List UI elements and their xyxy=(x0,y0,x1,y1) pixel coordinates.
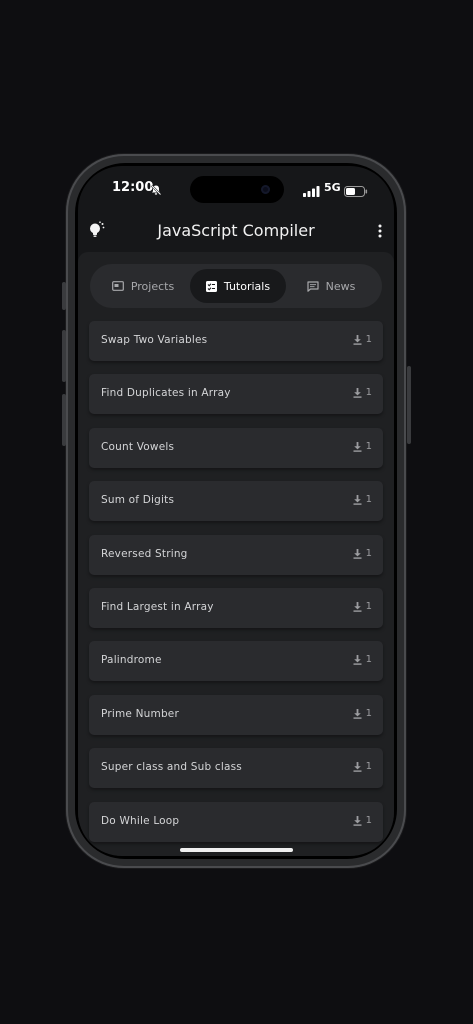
download-count[interactable]: 1 xyxy=(353,815,372,826)
download-count[interactable]: 1 xyxy=(353,601,372,612)
front-camera-icon xyxy=(261,185,270,194)
download-icon xyxy=(353,548,362,559)
tab-tutorials[interactable]: Tutorials xyxy=(190,269,286,303)
download-count-value: 1 xyxy=(365,654,372,665)
tutorial-title: Palindrome xyxy=(101,654,162,666)
download-icon xyxy=(353,387,362,398)
action-button xyxy=(62,282,66,310)
download-count[interactable]: 1 xyxy=(353,548,372,559)
download-count-value: 1 xyxy=(365,601,372,612)
download-count[interactable]: 1 xyxy=(353,761,372,772)
tutorial-list-item[interactable]: Reversed String 1 xyxy=(89,535,383,575)
tab-bar: Projects Tutorials News xyxy=(90,264,382,308)
download-icon xyxy=(353,815,362,826)
download-icon xyxy=(353,334,362,345)
download-count-value: 1 xyxy=(365,548,372,559)
tab-projects[interactable]: Projects xyxy=(95,269,191,303)
download-icon xyxy=(353,494,362,505)
content-panel: Projects Tutorials News Swap Two Variabl… xyxy=(78,252,394,856)
download-count-value: 1 xyxy=(365,441,372,452)
tutorial-title: Super class and Sub class xyxy=(101,761,242,773)
download-count[interactable]: 1 xyxy=(353,387,372,398)
home-indicator[interactable] xyxy=(180,848,293,852)
tutorial-list-item[interactable]: Super class and Sub class 1 xyxy=(89,748,383,788)
tutorial-title: Find Largest in Array xyxy=(101,601,214,613)
download-icon xyxy=(353,654,362,665)
tab-tutorials-label: Tutorials xyxy=(223,279,271,293)
status-time: 12:00 xyxy=(112,180,154,195)
bell-muted-icon xyxy=(150,181,162,200)
download-count-value: 1 xyxy=(365,494,372,505)
tutorial-title: Find Duplicates in Array xyxy=(101,387,231,399)
tutorial-list-item[interactable]: Do While Loop 1 xyxy=(89,802,383,842)
volume-down-button xyxy=(62,394,66,446)
download-count[interactable]: 1 xyxy=(353,654,372,665)
app-title: JavaScript Compiler xyxy=(157,221,315,240)
download-icon xyxy=(353,708,362,719)
more-options-icon[interactable] xyxy=(378,223,382,242)
download-count[interactable]: 1 xyxy=(353,708,372,719)
tutorial-title: Reversed String xyxy=(101,548,188,560)
tutorial-title: Do While Loop xyxy=(101,815,180,827)
download-count-value: 1 xyxy=(365,387,372,398)
tab-projects-label: Projects xyxy=(130,279,175,293)
download-count-value: 1 xyxy=(365,761,372,772)
download-icon xyxy=(353,441,362,452)
download-icon xyxy=(353,761,362,772)
download-count-value: 1 xyxy=(365,815,372,826)
battery-icon xyxy=(344,182,368,201)
network-type: 5G xyxy=(324,181,341,194)
download-count-value: 1 xyxy=(365,334,372,345)
dynamic-island xyxy=(190,176,284,203)
tab-news[interactable]: News xyxy=(285,269,377,303)
tutorial-title: Count Vowels xyxy=(101,441,175,453)
tutorial-list-item[interactable]: Swap Two Variables 1 xyxy=(89,321,383,361)
tutorial-title: Swap Two Variables xyxy=(101,334,208,346)
tutorial-list-item[interactable]: Count Vowels 1 xyxy=(89,428,383,468)
tutorial-title: Sum of Digits xyxy=(101,494,175,506)
tutorial-list-item[interactable]: Find Duplicates in Array 1 xyxy=(89,374,383,414)
status-bar: 12:00 5G xyxy=(78,166,394,210)
tab-news-label: News xyxy=(325,279,356,293)
checklist-icon xyxy=(205,280,217,292)
phone-screen: 12:00 5G JavaScript Compiler Projects Tu… xyxy=(78,166,394,856)
tutorial-list-item[interactable]: Palindrome 1 xyxy=(89,641,383,681)
signal-strength-icon xyxy=(303,182,320,201)
tutorial-title: Prime Number xyxy=(101,708,179,720)
power-button xyxy=(407,366,411,444)
window-icon xyxy=(111,281,124,291)
tutorial-list-item[interactable]: Find Largest in Array 1 xyxy=(89,588,383,628)
app-header: JavaScript Compiler xyxy=(78,214,394,248)
tutorial-list-item[interactable]: Prime Number 1 xyxy=(89,695,383,735)
download-count-value: 1 xyxy=(365,708,372,719)
download-icon xyxy=(353,601,362,612)
chat-icon xyxy=(307,280,319,292)
download-count[interactable]: 1 xyxy=(353,334,372,345)
volume-up-button xyxy=(62,330,66,382)
download-count[interactable]: 1 xyxy=(353,441,372,452)
download-count[interactable]: 1 xyxy=(353,494,372,505)
tutorial-list-item[interactable]: Sum of Digits 1 xyxy=(89,481,383,521)
